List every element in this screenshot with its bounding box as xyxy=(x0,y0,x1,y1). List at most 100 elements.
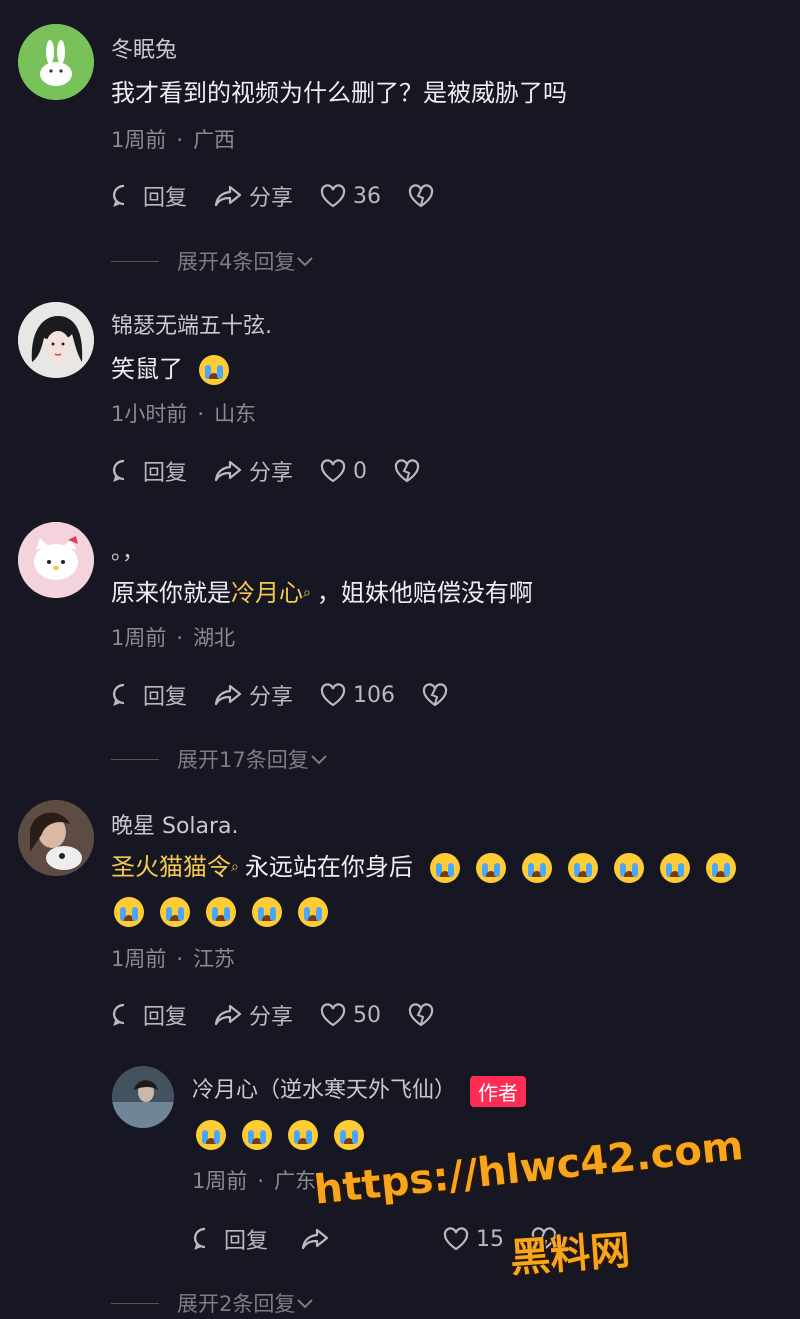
reply-button[interactable]: 回复 xyxy=(192,1223,268,1255)
crying-emoji-icon xyxy=(706,853,737,883)
share-arrow-icon xyxy=(214,1004,242,1026)
share-button[interactable] xyxy=(300,1226,336,1252)
like-count: 106 xyxy=(353,682,396,708)
like-count: 15 xyxy=(476,1226,505,1252)
heart-icon xyxy=(320,683,346,707)
crying-emoji-icon xyxy=(660,853,691,883)
comment-meta: 1周前 · 广西 xyxy=(111,128,236,152)
heart-icon xyxy=(320,459,346,483)
rabbit-icon xyxy=(18,24,94,100)
username[interactable]: 。， xyxy=(111,534,144,566)
heart-icon xyxy=(320,1003,346,1027)
reply-button[interactable]: 回复 xyxy=(111,999,187,1031)
location: 广西 xyxy=(193,128,236,152)
crying-emoji-icon xyxy=(334,1120,364,1150)
comment-text: 笑鼠了 xyxy=(111,352,245,386)
username[interactable]: 晚星 Solara. xyxy=(111,808,239,840)
like-count: 0 xyxy=(353,458,368,484)
reply-bubble-icon xyxy=(112,683,125,706)
like-button[interactable]: 15 xyxy=(442,1226,504,1252)
reply-button[interactable]: 回复 xyxy=(111,455,187,487)
share-arrow-icon xyxy=(214,460,242,482)
reply-bubble-icon xyxy=(112,1003,125,1026)
search-icon[interactable]: ⌕ xyxy=(303,585,311,601)
crying-emoji-icon xyxy=(430,853,461,883)
timestamp: 1周前 xyxy=(111,947,167,971)
comment-meta: 1周前 · 广东 xyxy=(192,1169,317,1193)
comment-actions: 回复 分享 106 xyxy=(111,679,481,711)
share-button[interactable]: 分享 xyxy=(213,679,293,711)
reply-bubble-icon xyxy=(112,184,125,207)
location: 湖北 xyxy=(193,626,236,650)
location: 江苏 xyxy=(193,947,236,971)
like-count: 50 xyxy=(353,1002,382,1028)
share-button[interactable]: 分享 xyxy=(213,455,293,487)
laugh-cry-emoji-icon xyxy=(198,355,229,385)
dislike-button[interactable] xyxy=(393,458,427,484)
expand-replies[interactable]: 展开2条回复 xyxy=(111,1288,315,1318)
author-badge: 作者 xyxy=(470,1075,527,1107)
like-button[interactable]: 50 xyxy=(319,1002,381,1028)
avatar[interactable] xyxy=(112,1066,174,1128)
mention-link[interactable]: 冷月心 xyxy=(231,579,303,607)
dislike-button[interactable] xyxy=(407,1002,441,1028)
like-button[interactable]: 36 xyxy=(319,183,381,209)
comment-meta: 1小时前 · 山东 xyxy=(111,402,257,426)
comment-text: 我才看到的视频为什么删了？是被威胁了吗 xyxy=(111,79,567,107)
expand-replies[interactable]: 展开4条回复 xyxy=(111,246,315,276)
share-arrow-icon xyxy=(214,185,242,207)
search-icon[interactable]: ⌕ xyxy=(231,859,239,875)
share-button[interactable]: 分享 xyxy=(213,999,293,1031)
reply-bubble-icon xyxy=(112,459,125,482)
reply-button[interactable]: 回复 xyxy=(111,180,187,212)
avatar[interactable] xyxy=(18,800,94,876)
comment-meta: 1周前 · 湖北 xyxy=(111,626,236,650)
comment-meta: 1周前 · 江苏 xyxy=(111,947,236,971)
crying-emoji-icon xyxy=(614,853,645,883)
comment-actions: 回复 分享 36 xyxy=(111,180,467,212)
location: 山东 xyxy=(214,402,257,426)
avatar[interactable] xyxy=(18,24,94,100)
dislike-button[interactable] xyxy=(407,183,441,209)
username: 冷月心（逆水寒天外飞仙） 作者 xyxy=(192,1072,527,1107)
timestamp: 1周前 xyxy=(111,626,167,650)
share-arrow-icon xyxy=(214,684,242,706)
watermark-name: 黑料网 xyxy=(508,1227,632,1282)
crying-emoji-icon xyxy=(160,897,190,927)
like-button[interactable]: 0 xyxy=(319,458,367,484)
reply-bubble-icon xyxy=(193,1227,206,1250)
username[interactable]: 锦瑟无端五十弦. xyxy=(111,308,272,340)
crying-emoji-row xyxy=(430,853,752,883)
reply-button[interactable]: 回复 xyxy=(111,679,187,711)
share-arrow-icon xyxy=(301,1228,329,1250)
heart-icon xyxy=(320,184,346,208)
broken-heart-icon xyxy=(408,1003,434,1027)
comment-text: 原来你就是冷月心⌕ ，姐妹他赔偿没有啊 xyxy=(111,579,533,607)
crying-emoji-row xyxy=(114,894,344,928)
like-count: 36 xyxy=(353,183,382,209)
comment-text: 圣火猫猫令⌕ 永远站在你身后 xyxy=(111,850,752,884)
crying-emoji-icon xyxy=(196,1120,226,1150)
share-button[interactable]: 分享 xyxy=(213,180,293,212)
kitty-avatar-icon xyxy=(18,522,94,598)
comment-actions: 回复 分享 0 xyxy=(111,455,453,487)
chevron-down-icon xyxy=(297,1299,314,1309)
crying-emoji-icon xyxy=(242,1120,272,1150)
chevron-down-icon xyxy=(311,755,327,765)
timestamp: 1周前 xyxy=(111,128,167,152)
crying-emoji-icon xyxy=(114,897,144,927)
chevron-down-icon xyxy=(297,257,314,267)
avatar[interactable] xyxy=(18,302,94,378)
expand-replies[interactable]: 展开17条回复 xyxy=(111,744,329,774)
crying-emoji-icon xyxy=(522,853,553,883)
crying-emoji-icon xyxy=(298,897,328,927)
username[interactable]: 冬眠兔 xyxy=(111,32,177,64)
mention-link[interactable]: 圣火猫猫令 xyxy=(111,853,231,881)
dislike-button[interactable] xyxy=(421,682,455,708)
crying-emoji-icon xyxy=(288,1120,318,1150)
avatar[interactable] xyxy=(18,522,94,598)
like-button[interactable]: 106 xyxy=(319,682,395,708)
crying-emoji-icon xyxy=(568,853,599,883)
photo-avatar-icon xyxy=(112,1066,174,1128)
crying-emoji-icon xyxy=(252,897,282,927)
